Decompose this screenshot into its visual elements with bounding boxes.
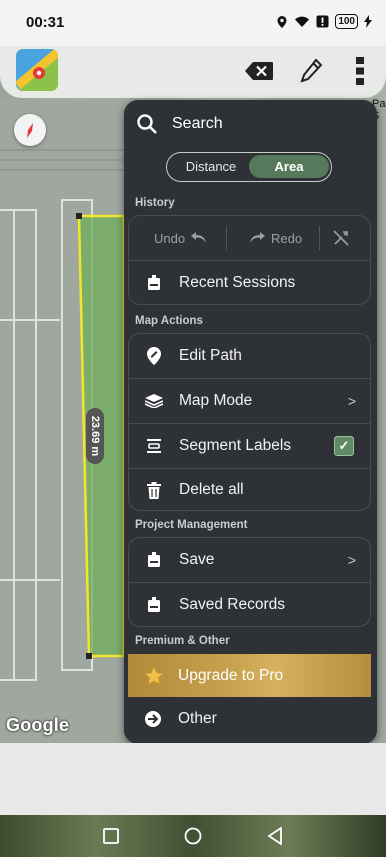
- triangle-back-icon: [267, 827, 282, 845]
- redo-icon: [250, 232, 265, 243]
- recent-sessions-item[interactable]: Recent Sessions: [129, 261, 370, 305]
- area-option[interactable]: Area: [249, 155, 329, 178]
- edit-pencil-button[interactable]: [297, 56, 327, 86]
- project-management-group: Save > Saved Records: [128, 537, 371, 627]
- edit-path-item[interactable]: Edit Path: [129, 334, 370, 378]
- save-icon: [145, 551, 163, 569]
- saved-records-icon: [145, 596, 163, 614]
- clear-path-button[interactable]: [333, 216, 349, 260]
- other-label: Other: [178, 710, 217, 727]
- more-vert-icon: [356, 57, 364, 85]
- premium-section-title: Premium & Other: [135, 635, 230, 647]
- polygon-vertex[interactable]: [76, 213, 82, 219]
- back-button[interactable]: [264, 825, 286, 847]
- redo-label: Redo: [271, 230, 303, 246]
- upgrade-label: Upgrade to Pro: [178, 666, 284, 684]
- recents-button[interactable]: [100, 825, 122, 847]
- history-group: Undo Redo Recent Sessions: [128, 215, 371, 305]
- app-logo[interactable]: [16, 49, 58, 91]
- path-off-icon: [333, 230, 349, 246]
- map-mode-item[interactable]: Map Mode >: [129, 379, 370, 423]
- edit-path-icon: [145, 347, 163, 365]
- alert-icon: [316, 15, 329, 28]
- trash-icon: [145, 481, 163, 499]
- chevron-right-icon: >: [347, 393, 356, 409]
- divider: [319, 226, 320, 250]
- saved-records-label: Saved Records: [179, 596, 285, 613]
- google-attribution: Google: [6, 715, 70, 735]
- arrow-circle-right-icon: [144, 710, 162, 728]
- options-menu: Search Distance Area History Undo Redo R…: [124, 100, 377, 744]
- other-item[interactable]: Other: [128, 697, 369, 741]
- distance-option[interactable]: Distance: [173, 153, 249, 180]
- history-section-title: History: [135, 197, 175, 209]
- map-actions-group: Edit Path Map Mode > Segment Labels ✓ De…: [128, 333, 371, 511]
- segment-labels-checkbox[interactable]: ✓: [334, 436, 354, 456]
- chevron-right-icon: >: [347, 552, 356, 568]
- edit-path-label: Edit Path: [179, 347, 242, 364]
- polygon-vertex[interactable]: [86, 653, 92, 659]
- star-icon: [145, 666, 163, 684]
- segment-labels-label: Segment Labels: [179, 437, 292, 454]
- location-icon: [277, 15, 287, 28]
- compass-button[interactable]: [14, 114, 46, 146]
- search-label: Search: [172, 115, 223, 132]
- save-item[interactable]: Save >: [129, 538, 370, 582]
- system-navigation-bar: [0, 815, 386, 857]
- segment-length-label: 23.69 m: [86, 408, 104, 464]
- recent-sessions-icon: [145, 274, 163, 292]
- map-actions-section-title: Map Actions: [135, 315, 203, 327]
- circle-icon: [184, 827, 202, 845]
- undo-label: Undo: [154, 230, 186, 246]
- divider: [226, 226, 227, 250]
- measure-mode-toggle: Distance Area: [166, 152, 332, 182]
- saved-records-item[interactable]: Saved Records: [129, 583, 370, 627]
- project-management-section-title: Project Management: [135, 519, 248, 531]
- square-icon: [103, 828, 119, 844]
- search-icon: [137, 114, 157, 134]
- map-ruler-logo-icon: [16, 49, 58, 91]
- segment-labels-icon: [145, 437, 163, 455]
- status-bar: 00:31 100: [0, 0, 386, 46]
- save-label: Save: [179, 551, 215, 568]
- layers-icon: [145, 392, 163, 410]
- history-actions-row: Undo Redo: [129, 216, 370, 260]
- delete-all-label: Delete all: [179, 481, 244, 498]
- segment-labels-item[interactable]: Segment Labels ✓: [129, 424, 370, 468]
- upgrade-to-pro-item[interactable]: Upgrade to Pro: [128, 654, 371, 697]
- wifi-icon: [295, 16, 310, 27]
- backspace-icon: [245, 62, 273, 80]
- undo-icon: [191, 232, 207, 243]
- home-button[interactable]: [182, 825, 204, 847]
- undo-button[interactable]: Undo: [154, 216, 207, 260]
- status-icons: 100: [276, 14, 372, 29]
- recent-sessions-label: Recent Sessions: [179, 274, 296, 291]
- map-mode-label: Map Mode: [179, 392, 253, 409]
- redo-button[interactable]: Redo: [249, 216, 302, 260]
- battery-indicator: 100: [335, 14, 358, 29]
- pencil-icon: [300, 58, 323, 83]
- status-time: 00:31: [26, 14, 65, 31]
- ad-placeholder-area: [0, 743, 386, 815]
- compass-icon: [27, 123, 33, 138]
- overflow-menu-button[interactable]: [345, 56, 375, 86]
- delete-all-item[interactable]: Delete all: [129, 468, 370, 512]
- charging-icon: [364, 15, 372, 28]
- clear-backspace-button[interactable]: [244, 56, 274, 86]
- search-menu-item[interactable]: Search: [124, 108, 377, 140]
